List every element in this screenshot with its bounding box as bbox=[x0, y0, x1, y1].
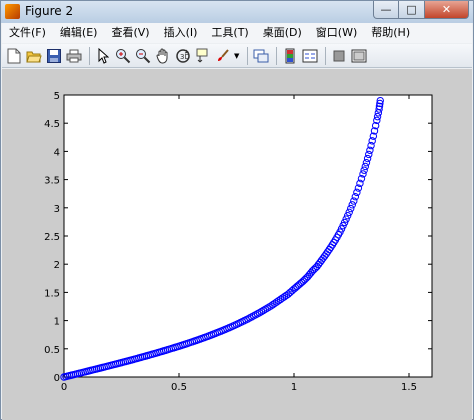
plot-svg[interactable]: 0 0.5 1 1.5 0 0.5 1 1.5 2 2.5 3 3.5 4 4.5 5 bbox=[2, 69, 472, 420]
menu-edit[interactable]: 编辑(E) bbox=[53, 23, 105, 43]
menu-window[interactable]: 窗口(W) bbox=[309, 23, 364, 43]
close-button[interactable]: ✕ bbox=[425, 1, 469, 19]
y-tick-label: 4 bbox=[54, 147, 60, 158]
menu-file[interactable]: 文件(F) bbox=[2, 23, 53, 43]
menu-tools[interactable]: 工具(T) bbox=[204, 23, 255, 43]
hide-plot-tools-icon[interactable] bbox=[330, 47, 348, 65]
brush-icon[interactable] bbox=[214, 47, 232, 65]
y-tick-label: 5 bbox=[54, 91, 60, 102]
y-tick-label: 2.5 bbox=[44, 232, 60, 243]
data-cursor-icon[interactable] bbox=[194, 47, 212, 65]
matlab-logo-icon bbox=[5, 4, 20, 19]
new-figure-icon[interactable] bbox=[5, 47, 23, 65]
pan-hand-icon[interactable] bbox=[154, 47, 172, 65]
zoom-in-icon[interactable] bbox=[114, 47, 132, 65]
colorbar-icon[interactable] bbox=[281, 47, 299, 65]
window-controls: — □ ✕ bbox=[373, 1, 469, 21]
x-tick-label: 0 bbox=[61, 382, 67, 393]
menu-desktop[interactable]: 桌面(D) bbox=[256, 23, 309, 43]
print-icon[interactable] bbox=[65, 47, 83, 65]
toolbar-separator bbox=[89, 46, 90, 65]
y-tick-label: 4.5 bbox=[44, 119, 60, 130]
menu-view[interactable]: 查看(V) bbox=[104, 23, 156, 43]
y-tick-label: 3.5 bbox=[44, 176, 60, 187]
x-tick-label: 1 bbox=[291, 382, 297, 393]
toolbar-separator bbox=[247, 46, 249, 65]
menu-help[interactable]: 帮助(H) bbox=[364, 23, 417, 43]
x-tick-label: 1.5 bbox=[401, 382, 417, 393]
svg-text:3D: 3D bbox=[180, 53, 190, 61]
y-tick-label: 0.5 bbox=[44, 345, 60, 356]
legend-icon[interactable] bbox=[301, 47, 319, 65]
figure-toolbar: 3D ▼ bbox=[2, 44, 472, 68]
menu-bar: 文件(F) 编辑(E) 查看(V) 插入(I) 工具(T) 桌面(D) 窗口(W… bbox=[2, 23, 472, 43]
y-tick-label: 0 bbox=[54, 373, 60, 384]
y-tick-label: 3 bbox=[54, 204, 60, 215]
window-title: Figure 2 bbox=[25, 4, 74, 18]
open-file-icon[interactable] bbox=[25, 47, 43, 65]
rotate-3d-icon[interactable]: 3D bbox=[174, 47, 192, 65]
brush-dropdown-icon[interactable]: ▼ bbox=[234, 52, 239, 60]
figure-window: Figure 2 — □ ✕ 文件(F) 编辑(E) 查看(V) 插入(I) 工… bbox=[0, 0, 474, 420]
link-plot-icon[interactable] bbox=[252, 47, 270, 65]
title-bar[interactable]: Figure 2 — □ ✕ bbox=[1, 1, 473, 23]
figure-canvas[interactable]: 0 0.5 1 1.5 0 0.5 1 1.5 2 2.5 3 3.5 4 4.5 5 bbox=[2, 69, 472, 420]
zoom-out-icon[interactable] bbox=[134, 47, 152, 65]
show-plot-tools-icon[interactable] bbox=[350, 47, 368, 65]
minimize-button[interactable]: — bbox=[373, 1, 399, 19]
toolbar-separator bbox=[325, 46, 327, 65]
y-tick-label: 1.5 bbox=[44, 288, 60, 299]
pointer-icon[interactable] bbox=[94, 47, 112, 65]
y-tick-label: 1 bbox=[54, 317, 60, 328]
x-tick-label: 0.5 bbox=[171, 382, 187, 393]
save-icon[interactable] bbox=[45, 47, 63, 65]
toolbar-separator bbox=[276, 46, 278, 65]
menu-insert[interactable]: 插入(I) bbox=[157, 23, 205, 43]
y-tick-label: 2 bbox=[54, 260, 60, 271]
maximize-button[interactable]: □ bbox=[399, 1, 425, 19]
